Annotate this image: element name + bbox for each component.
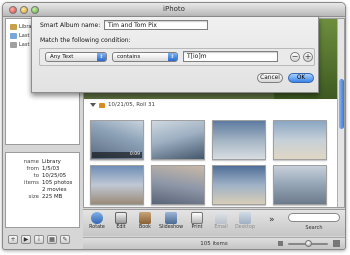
search-label: Search (305, 225, 323, 231)
print-button[interactable]: Print (186, 212, 208, 230)
slideshow-icon (165, 212, 177, 224)
title-bar[interactable]: iPhoto (3, 3, 345, 17)
photo-thumbnail[interactable] (151, 165, 205, 205)
photo-thumbnail[interactable]: 0:09 (90, 120, 144, 160)
search-input[interactable] (288, 213, 340, 222)
slideshow-button[interactable]: Slideshow (158, 212, 184, 230)
condition-row: Any Text ⇕ contains ⇕ T[io]m − + (39, 48, 315, 66)
photo-thumbnail[interactable] (273, 165, 327, 205)
calendar-icon (10, 41, 17, 48)
more-tools-icon[interactable]: » (269, 215, 275, 225)
album-name-label: Smart Album name: (40, 22, 101, 29)
calendar-icon[interactable]: ▦ (47, 234, 57, 244)
add-condition-button[interactable]: + (303, 52, 313, 62)
photo-thumbnail[interactable] (212, 120, 266, 160)
ok-button[interactable]: OK (288, 73, 314, 83)
info-row: size 225 MB (28, 194, 63, 200)
library-icon (10, 23, 17, 30)
photo-thumbnail[interactable] (273, 120, 327, 160)
info-panel: name Library from 1/5/03 to 10/25/05 items 1… (5, 152, 80, 228)
scrollbar-thumb[interactable] (339, 79, 344, 129)
edit-icon (115, 212, 127, 224)
status-bar: 105 items (83, 237, 345, 249)
info-row: items 105 photos (24, 180, 73, 186)
match-condition-label: Match the following condition: (40, 37, 131, 44)
remove-condition-button[interactable]: − (290, 52, 300, 62)
info-row: name Library (23, 159, 61, 165)
field-popup[interactable]: Any Text ⇕ (45, 52, 107, 62)
roll-title: 10/21/05, Roll 31 (108, 102, 155, 108)
book-icon (139, 212, 151, 224)
print-icon (191, 212, 203, 224)
roll-header[interactable]: 10/21/05, Roll 31 (90, 102, 155, 108)
edit-button[interactable]: Edit (110, 212, 132, 230)
rotate-icon (91, 212, 103, 224)
bottom-toolbar: Rotate Edit Book Slideshow Print Email D… (83, 209, 345, 236)
popup-arrows-icon: ⇕ (97, 53, 106, 61)
operator-popup[interactable]: contains ⇕ (112, 52, 178, 62)
desktop-button[interactable]: Desktop (234, 212, 256, 230)
add-album-button[interactable]: + (8, 234, 18, 244)
album-name-field[interactable]: Tim and Tom Pix (104, 20, 208, 30)
info-row: to 10/25/05 (33, 173, 67, 179)
photo-thumbnail[interactable] (212, 165, 266, 205)
roll-icon (10, 32, 17, 39)
info-row: 2 movies (42, 187, 67, 193)
window-title: iPhoto (163, 5, 185, 13)
roll-icon (99, 102, 105, 108)
movie-duration-badge: 0:09 (92, 152, 142, 158)
info-row: from 1/5/03 (26, 166, 60, 172)
play-slideshow-button[interactable]: ▶ (21, 234, 31, 244)
vertical-scrollbar[interactable] (337, 19, 344, 207)
condition-text-field[interactable]: T[io]m (183, 51, 278, 62)
email-icon (215, 212, 227, 224)
popup-arrows-icon: ⇕ (168, 53, 177, 61)
zoom-slider-knob[interactable] (305, 240, 312, 247)
zoom-large-icon (333, 240, 340, 247)
rotate-button[interactable]: Rotate (86, 212, 108, 230)
disclosure-triangle-icon[interactable] (90, 103, 96, 107)
source-list-controls: + ▶ i ▦ ✎ (5, 232, 80, 246)
keyword-icon[interactable]: ✎ (60, 234, 70, 244)
zoom-small-icon (278, 241, 283, 246)
email-button[interactable]: Email (210, 212, 232, 230)
info-button[interactable]: i (34, 234, 44, 244)
photo-thumbnail[interactable] (90, 165, 144, 205)
desktop-icon (239, 212, 251, 224)
cancel-button[interactable]: Cancel (257, 73, 283, 83)
smart-album-sheet: Smart Album name: Tim and Tom Pix Match … (31, 17, 319, 93)
book-button[interactable]: Book (134, 212, 156, 230)
iphoto-window: iPhoto Library Last Roll Last 12 Months … (2, 2, 346, 250)
photo-thumbnail[interactable] (151, 120, 205, 160)
